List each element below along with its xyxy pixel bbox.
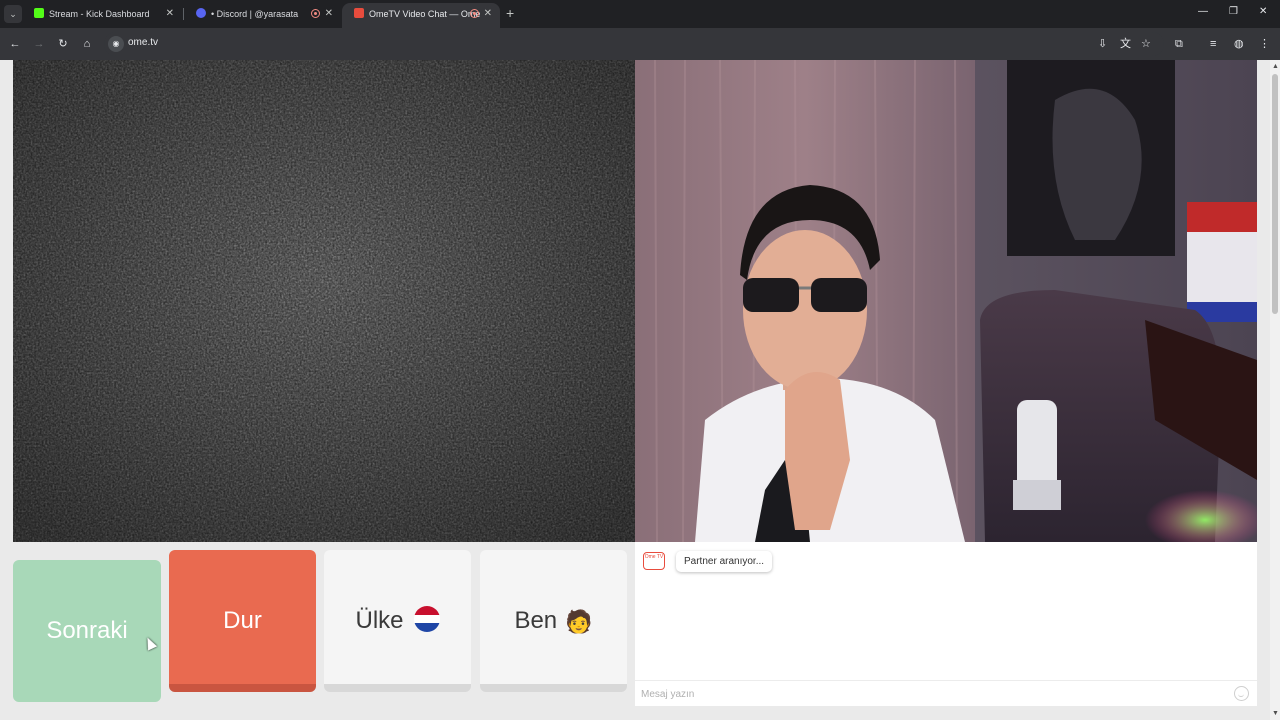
tab-ometv[interactable]: OmeTV Video Chat — Ome ✕ [342, 3, 500, 28]
site-info-icon[interactable]: ◉ [108, 36, 124, 52]
discord-icon [196, 8, 206, 18]
profile-avatar-icon[interactable]: ◍ [1234, 37, 1244, 51]
tab-kick-dashboard[interactable]: Stream - Kick Dashboard ✕ [22, 3, 182, 28]
window-close-icon[interactable]: ✕ [1259, 6, 1267, 17]
scroll-thumb[interactable] [1272, 74, 1278, 314]
page-scrollbar[interactable]: ▲ ▼ [1270, 60, 1280, 720]
new-tab-icon[interactable]: + [506, 6, 514, 20]
stop-button-label: Dur [223, 607, 262, 634]
browser-toolbar: ← → ↻ ⌂ ◉ ome.tv ⇩ 文 ☆ ⧉ ≡ ◍ ⋮ [0, 28, 1280, 60]
tab-search-icon[interactable]: ⌄ [4, 5, 22, 23]
emoji-picker-icon[interactable] [1234, 686, 1249, 701]
ometv-page: Sonraki Dur Ülke Ben 🧑 Ome TV Partner ara… [0, 60, 1270, 720]
restore-icon[interactable]: ❐ [1229, 6, 1238, 17]
recording-icon [311, 9, 320, 18]
recording-icon [470, 9, 479, 18]
kick-icon [34, 8, 44, 18]
country-button-label: Ülke [355, 607, 404, 634]
me-button-label: Ben [514, 607, 558, 634]
me-button[interactable]: Ben 🧑 [480, 550, 627, 692]
chat-panel: Ome TV Partner aranıyor... [635, 542, 1257, 706]
own-camera-video [635, 60, 1257, 542]
next-button[interactable]: Sonraki [13, 560, 161, 702]
country-button[interactable]: Ülke [324, 550, 471, 692]
url-text[interactable]: ome.tv [128, 37, 158, 48]
media-controls-icon[interactable]: ≡ [1210, 37, 1216, 51]
stop-button[interactable]: Dur [169, 550, 316, 692]
next-button-label: Sonraki [46, 617, 128, 644]
close-icon[interactable]: ✕ [166, 3, 174, 25]
minimize-icon[interactable]: — [1198, 6, 1208, 17]
close-icon[interactable]: ✕ [484, 3, 492, 25]
webcam-scene [635, 60, 1257, 542]
ometv-logo-icon: Ome TV [643, 552, 665, 570]
close-icon[interactable]: ✕ [325, 3, 333, 25]
translate-icon[interactable]: 文 [1120, 37, 1131, 51]
status-message: Partner aranıyor... [676, 551, 773, 572]
bookmark-star-icon[interactable]: ☆ [1141, 37, 1151, 51]
person-emoji-icon: 🧑 [565, 609, 593, 634]
reload-icon[interactable]: ↻ [55, 36, 71, 52]
netherlands-flag-icon [413, 606, 440, 632]
extensions-icon[interactable]: ⧉ [1175, 37, 1183, 51]
tab-discord[interactable]: • Discord | @yarasata ✕ [184, 3, 341, 28]
static-noise [13, 60, 635, 542]
message-input[interactable] [641, 685, 1221, 703]
back-icon[interactable]: ← [7, 36, 23, 52]
menu-kebab-icon[interactable]: ⋮ [1259, 37, 1270, 51]
scroll-down-icon[interactable]: ▼ [1272, 710, 1279, 717]
home-icon[interactable]: ⌂ [79, 36, 95, 52]
address-bar[interactable]: ◉ ome.tv [104, 32, 1164, 56]
partner-video [13, 60, 635, 542]
ometv-icon [354, 8, 364, 18]
chat-input-bar [635, 680, 1257, 706]
tab-strip: ⌄ Stream - Kick Dashboard ✕ • Discord | … [0, 0, 1280, 28]
install-app-icon[interactable]: ⇩ [1098, 37, 1107, 51]
scroll-up-icon[interactable]: ▲ [1272, 63, 1279, 70]
forward-icon[interactable]: → [31, 36, 47, 52]
